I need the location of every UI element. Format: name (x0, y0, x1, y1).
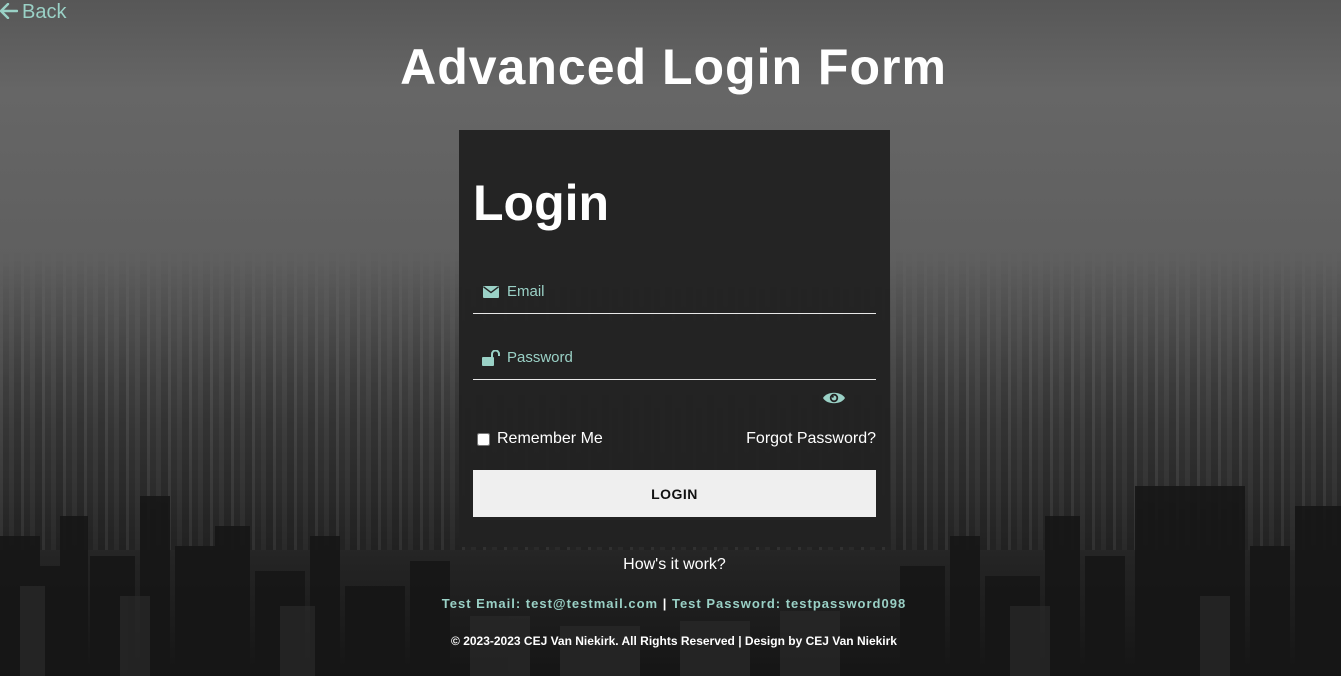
show-password-toggle[interactable] (821, 389, 847, 411)
test-credentials: Test Email: test@testmail.com | Test Pas… (0, 596, 1341, 611)
login-title: Login (473, 175, 610, 231)
password-field (473, 336, 876, 380)
remember-me[interactable]: Remember Me (477, 430, 603, 448)
how-it-works-link[interactable]: How's it work? (0, 556, 1341, 574)
remember-me-checkbox[interactable] (477, 432, 490, 446)
unlock-icon (482, 349, 500, 366)
email-field (473, 270, 876, 314)
forgot-password-link[interactable]: Forgot Password? (746, 430, 876, 448)
password-input[interactable] (507, 349, 876, 366)
credentials-separator: | (662, 596, 668, 611)
footer-copyright: © 2023-2023 CEJ Van Niekirk. All Rights … (451, 634, 897, 648)
eye-icon (822, 389, 846, 412)
test-password: Test Password: testpassword098 (671, 596, 907, 611)
test-email: Test Email: test@testmail.com (441, 596, 659, 611)
email-input[interactable] (507, 283, 876, 300)
back-link[interactable]: Back (0, 1, 66, 24)
arrow-left-icon (0, 2, 19, 24)
remember-me-label: Remember Me (497, 430, 603, 447)
back-label: Back (22, 1, 67, 23)
page-title: Advanced Login Form (400, 39, 947, 95)
login-button[interactable]: LOGIN (473, 470, 876, 517)
envelope-icon (482, 285, 500, 298)
